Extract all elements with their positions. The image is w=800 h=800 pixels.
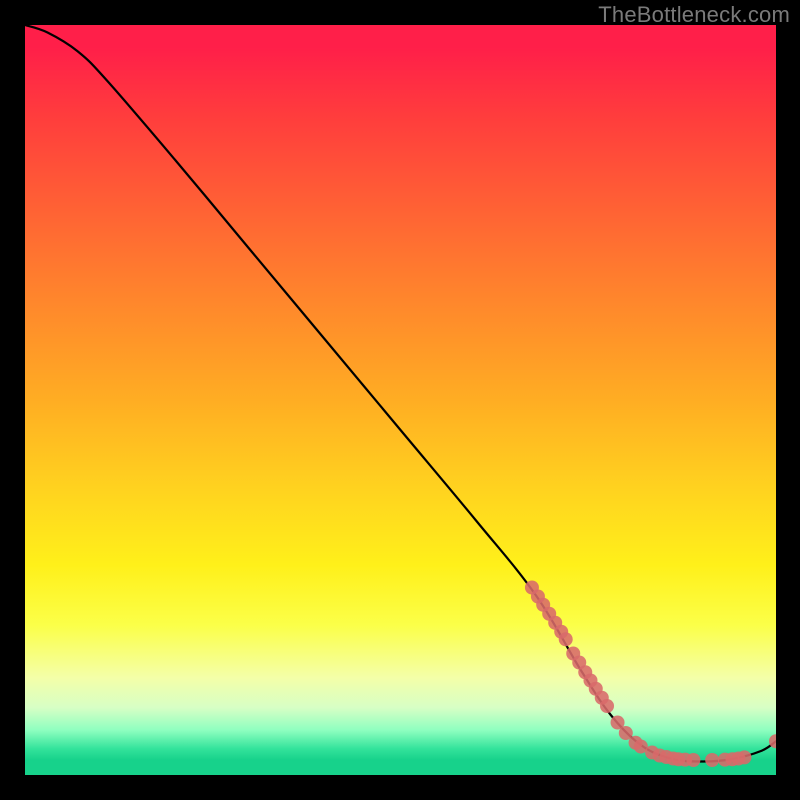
watermark-text: TheBottleneck.com [598, 2, 790, 28]
chart-stage: TheBottleneck.com [0, 0, 800, 800]
plot-background-gradient [25, 25, 776, 775]
